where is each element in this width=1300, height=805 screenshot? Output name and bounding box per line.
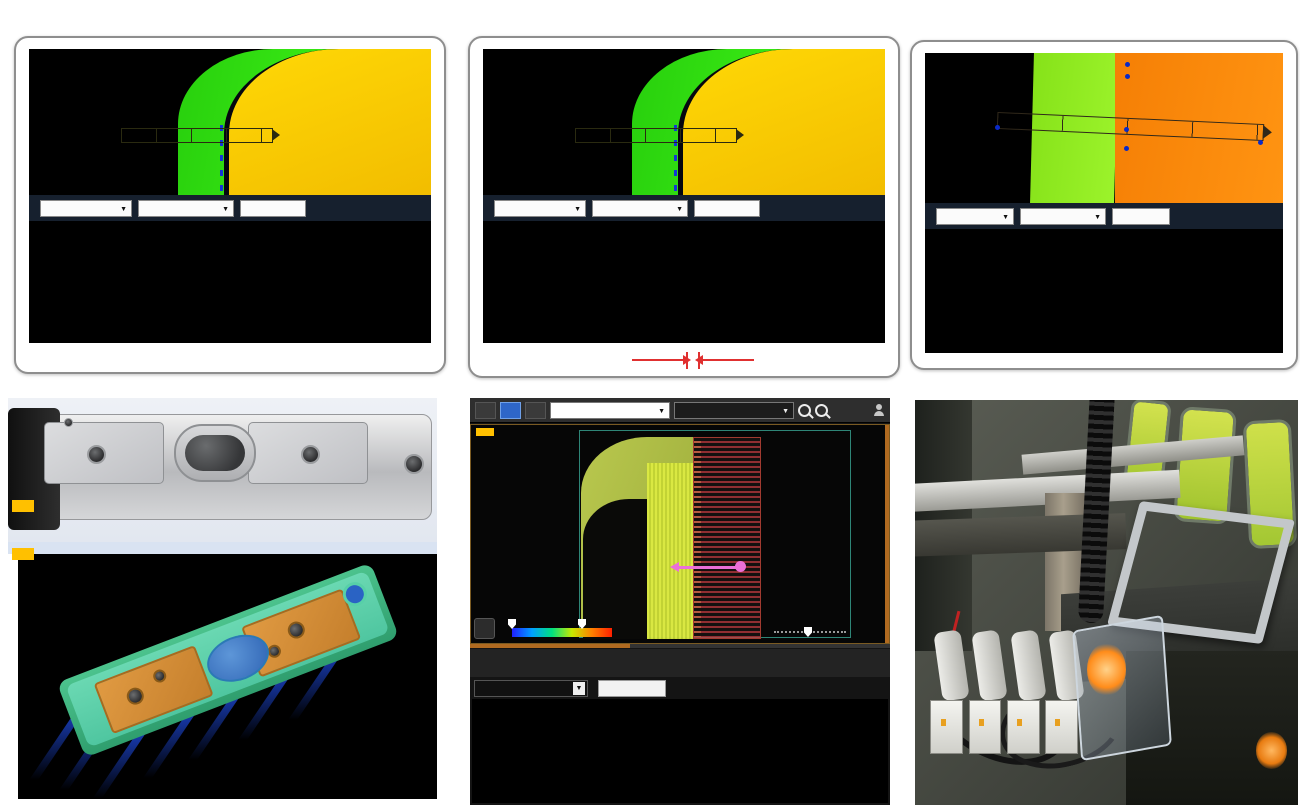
roi-node[interactable] bbox=[995, 125, 1000, 130]
measurement-roi[interactable] bbox=[121, 128, 273, 143]
terminal-hole bbox=[124, 685, 146, 707]
dropdown-caret-icon bbox=[573, 682, 585, 695]
pin-hole bbox=[64, 418, 73, 427]
sensor-box bbox=[930, 700, 963, 755]
value-box[interactable] bbox=[240, 200, 306, 217]
step-detection-window bbox=[14, 36, 446, 374]
measure-select[interactable] bbox=[138, 200, 234, 217]
target-button[interactable] bbox=[474, 618, 495, 639]
dropdown-caret-icon bbox=[658, 405, 665, 415]
value-box[interactable] bbox=[1112, 208, 1170, 225]
color-scale-bar[interactable] bbox=[512, 628, 612, 637]
status-light bbox=[1256, 732, 1287, 768]
sensor-box bbox=[1045, 700, 1078, 755]
dropdown-caret-icon bbox=[1002, 211, 1009, 222]
3d-image-label bbox=[12, 548, 34, 560]
roi-node[interactable] bbox=[1124, 146, 1129, 151]
divider-strip bbox=[8, 542, 437, 554]
preweld-detection-window bbox=[910, 40, 1298, 370]
height-image-view bbox=[483, 49, 885, 195]
fit-view-icon[interactable] bbox=[832, 403, 851, 418]
user-icon[interactable] bbox=[873, 404, 885, 416]
clear-enclosure bbox=[1072, 615, 1172, 761]
measurement-roi[interactable] bbox=[575, 128, 737, 143]
gap-measure-point[interactable] bbox=[735, 561, 746, 572]
3d-image-view bbox=[18, 554, 437, 799]
fill-hole bbox=[404, 454, 424, 474]
terminal-plate bbox=[248, 422, 368, 484]
status-light bbox=[1087, 643, 1125, 696]
view-overlay-bar bbox=[474, 611, 881, 641]
image-select[interactable] bbox=[550, 402, 670, 419]
profile-chart-area bbox=[29, 221, 431, 343]
physical-photo-label bbox=[12, 500, 34, 512]
roi-label bbox=[476, 428, 494, 436]
physical-photo bbox=[8, 398, 437, 542]
measure-select[interactable] bbox=[592, 200, 688, 217]
inspection-app-window bbox=[470, 398, 890, 805]
zoom-in-icon[interactable] bbox=[798, 404, 811, 417]
terminal-hole bbox=[301, 445, 320, 464]
terminal-hole bbox=[285, 619, 307, 641]
dropdown-caret-icon bbox=[1094, 211, 1101, 222]
output-select[interactable] bbox=[494, 200, 586, 217]
slide-canvas bbox=[0, 0, 1300, 805]
contour-select[interactable] bbox=[474, 680, 588, 697]
sensor-box bbox=[969, 700, 1002, 755]
vision-toolbar bbox=[29, 195, 431, 221]
processing-select[interactable] bbox=[674, 402, 794, 419]
width-annotation bbox=[470, 347, 898, 373]
zoom-out-icon[interactable] bbox=[815, 404, 828, 417]
output-select[interactable] bbox=[936, 208, 1014, 225]
gap-scan-region bbox=[693, 437, 761, 639]
gap-chart-area bbox=[472, 699, 888, 803]
height-image-view bbox=[925, 53, 1283, 203]
profile-chart-area bbox=[483, 221, 885, 343]
equipment-photo bbox=[915, 400, 1298, 805]
vertical-scrollbar[interactable] bbox=[885, 425, 889, 643]
dropdown-caret-icon bbox=[676, 203, 683, 214]
vision-toolbar bbox=[925, 203, 1283, 229]
terminal-hole bbox=[87, 445, 106, 464]
gap-measure-chart[interactable] bbox=[472, 699, 886, 801]
terminal-plate bbox=[44, 422, 164, 484]
preweld-profile-chart[interactable] bbox=[925, 229, 1283, 353]
value-box[interactable] bbox=[694, 200, 760, 217]
position-slider-handle[interactable] bbox=[804, 627, 812, 637]
dropdown-caret-icon bbox=[574, 203, 581, 214]
tab-2d[interactable] bbox=[500, 402, 521, 419]
app-top-bar bbox=[470, 398, 890, 423]
expand-icon[interactable] bbox=[864, 431, 879, 446]
terminal-hole bbox=[151, 668, 168, 685]
contour-row bbox=[474, 679, 666, 697]
dropdown-caret-icon bbox=[222, 203, 229, 214]
arrow-left-icon bbox=[702, 359, 754, 361]
contour-number-box[interactable] bbox=[598, 680, 666, 697]
tab-3d[interactable] bbox=[525, 402, 546, 419]
profile-chart-area bbox=[925, 229, 1283, 353]
image-viewport[interactable] bbox=[470, 424, 890, 644]
gap-measure-arrow bbox=[678, 566, 740, 569]
dropdown-caret-icon bbox=[782, 405, 789, 415]
horizontal-scrollbar[interactable] bbox=[470, 644, 890, 648]
output-select[interactable] bbox=[40, 200, 132, 217]
measure-select[interactable] bbox=[1020, 208, 1106, 225]
step-profile-chart[interactable] bbox=[29, 221, 431, 343]
roi-node[interactable] bbox=[1258, 140, 1263, 145]
sensor-box bbox=[1007, 700, 1040, 755]
gap-profile-chart[interactable] bbox=[483, 221, 885, 343]
vent-oval bbox=[174, 424, 256, 482]
tool-ribbon bbox=[470, 649, 890, 677]
roi-node[interactable] bbox=[1124, 127, 1129, 132]
battery-cap-3d bbox=[57, 562, 399, 757]
dropdown-caret-icon bbox=[120, 203, 127, 214]
height-image-view bbox=[29, 49, 431, 195]
vision-toolbar bbox=[483, 195, 885, 221]
arrow-right-icon bbox=[632, 359, 684, 361]
cable-conduit bbox=[1077, 400, 1114, 623]
gap-detection-window bbox=[468, 36, 900, 378]
grid-view-button[interactable] bbox=[475, 402, 496, 419]
